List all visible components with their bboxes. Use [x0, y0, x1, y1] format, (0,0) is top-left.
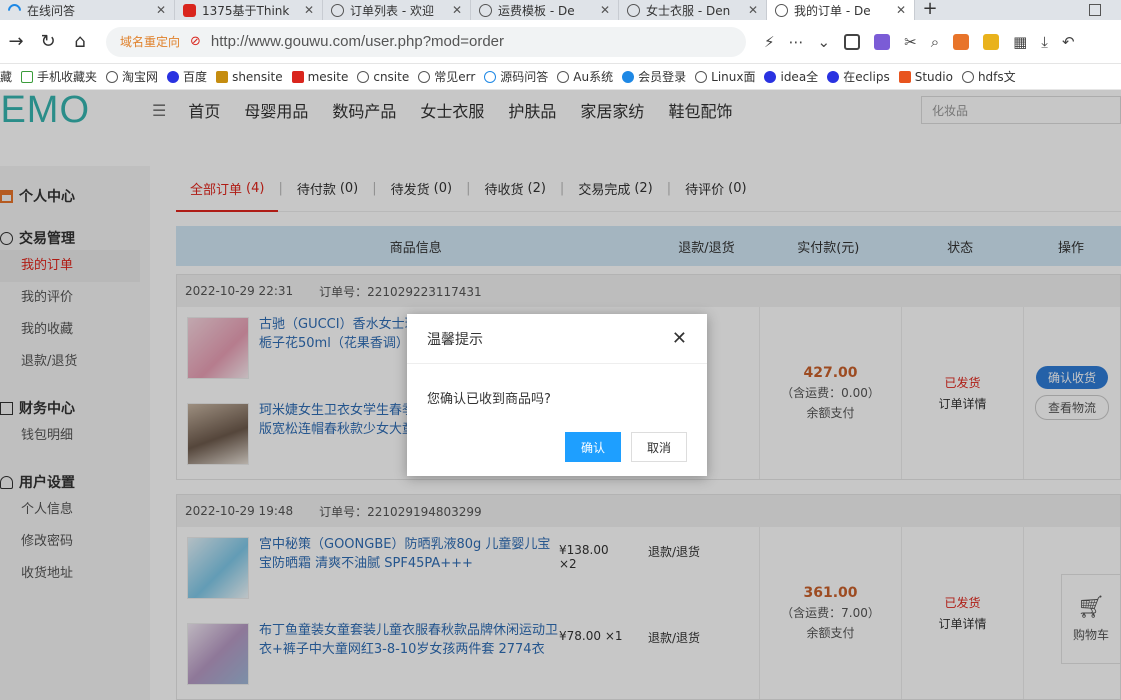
globe-icon	[331, 3, 344, 17]
tab-title: 1375基于Think	[202, 3, 290, 18]
phone-icon	[21, 70, 34, 83]
bookmark-item[interactable]: 手机收藏夹	[21, 68, 97, 85]
bookmark-item[interactable]: hdfs文	[961, 68, 1016, 85]
bookmark-item[interactable]: 在eclips	[827, 68, 890, 85]
confirm-button[interactable]: 确认	[565, 432, 621, 462]
browser-tab[interactable]: 订单列表 - 欢迎 ✕	[323, 0, 471, 20]
site-favicon-icon	[183, 3, 196, 17]
browser-toolbar: ⚡ ⋯ ⌄ ✂ ⌕ ▦ ⤓ ↶	[764, 33, 1075, 51]
bookmark-item[interactable]: 藏	[0, 68, 12, 85]
tab-title: 运费模板 - De	[498, 3, 575, 18]
bookmark-item[interactable]: Studio	[898, 70, 953, 84]
site-favicon-icon	[216, 70, 229, 83]
globe-icon	[627, 3, 640, 17]
site-favicon-icon	[291, 70, 304, 83]
bookmark-item[interactable]: cnsite	[357, 70, 409, 84]
search-icon[interactable]: ⌕	[931, 33, 939, 51]
lightning-icon[interactable]: ⚡	[764, 33, 775, 51]
bookmark-item[interactable]: idea全	[764, 68, 818, 85]
baidu-paw-icon	[764, 70, 777, 83]
url-text[interactable]: http://www.gouwu.com/user.php?mod=order	[211, 33, 504, 50]
screenshot-icon[interactable]	[844, 33, 861, 50]
tab-title: 订单列表 - 欢迎	[350, 3, 434, 18]
domain-redirect-badge: 域名重定向	[120, 35, 181, 49]
restore-window-icon[interactable]	[1089, 4, 1101, 16]
address-bar-row: → ↻ ⌂ 域名重定向 ⊘ http://www.gouwu.com/user.…	[0, 20, 1121, 64]
tab-title: 我的订单 - De	[794, 3, 871, 18]
globe-icon	[695, 70, 708, 83]
bookmark-item[interactable]: shensite	[216, 70, 283, 84]
reload-icon[interactable]: ↻	[32, 31, 64, 52]
close-icon[interactable]: ✕	[748, 3, 758, 17]
bookmark-item[interactable]: Linux面	[695, 68, 755, 85]
window-controls	[1089, 0, 1121, 20]
dialog-title: 温馨提示	[427, 331, 483, 348]
bookmark-item[interactable]: mesite	[291, 70, 348, 84]
browser-tab[interactable]: 在线问答 ✕	[0, 0, 175, 20]
close-icon[interactable]: ✕	[600, 3, 610, 17]
close-icon[interactable]: ✕	[304, 3, 314, 17]
tab-title: 在线问答	[27, 3, 76, 18]
globe-icon	[357, 70, 370, 83]
browser-tab-active[interactable]: 我的订单 - De ✕	[767, 0, 915, 20]
bookmark-item[interactable]: 淘宝网	[106, 68, 158, 85]
undo-icon[interactable]: ↶	[1062, 33, 1075, 51]
close-icon[interactable]: ✕	[156, 3, 166, 17]
globe-icon	[479, 3, 492, 17]
dialog-footer: 确认 取消	[407, 432, 707, 462]
home-icon[interactable]: ⌂	[64, 31, 96, 52]
insecure-icon[interactable]: ⊘	[190, 34, 201, 49]
globe-icon	[557, 70, 570, 83]
site-favicon-icon	[5, 0, 24, 20]
download-icon[interactable]: ⤓	[1041, 33, 1048, 51]
cancel-button[interactable]: 取消	[631, 432, 687, 462]
url-bar[interactable]: 域名重定向 ⊘ http://www.gouwu.com/user.php?mo…	[106, 26, 746, 57]
globe-icon	[775, 3, 788, 17]
more-dots-icon[interactable]: ⋯	[789, 33, 804, 51]
apps-grid-icon[interactable]: ▦	[1013, 33, 1027, 51]
browser-tab-bar: 在线问答 ✕ 1375基于Think ✕ 订单列表 - 欢迎 ✕ 运费模板 - …	[0, 0, 1121, 20]
baidu-paw-icon	[167, 70, 180, 83]
bookmark-item[interactable]: Au系统	[557, 68, 613, 85]
baidu-paw-icon	[827, 70, 840, 83]
browser-tab[interactable]: 运费模板 - De ✕	[471, 0, 619, 20]
bookmark-item[interactable]: 常见err	[418, 68, 475, 85]
bookmarks-bar: 藏 手机收藏夹 淘宝网 百度 shensite mesite cnsite 常见…	[0, 64, 1121, 90]
dialog-message: 您确认已收到商品吗?	[427, 392, 551, 407]
cloud-icon	[622, 70, 635, 83]
chevron-down-icon[interactable]: ⌄	[818, 33, 831, 51]
bookmark-item[interactable]: 源码问答	[484, 68, 548, 85]
bookmark-item[interactable]: 会员登录	[622, 68, 686, 85]
tab-title: 女士衣服 - Den	[646, 3, 731, 18]
bookmark-item[interactable]: 百度	[167, 68, 207, 85]
close-icon[interactable]: ✕	[896, 3, 906, 17]
globe-icon	[418, 70, 431, 83]
dialog-header: 温馨提示 ✕	[407, 314, 707, 364]
browser-tab[interactable]: 1375基于Think ✕	[175, 0, 323, 20]
wifi-icon	[484, 70, 497, 83]
shield-icon[interactable]	[983, 33, 1000, 50]
globe-icon	[106, 70, 119, 83]
scissors-icon[interactable]: ✂	[904, 33, 917, 51]
forward-arrow-icon[interactable]: →	[0, 31, 32, 52]
translate-icon[interactable]	[874, 33, 891, 50]
site-favicon-icon	[898, 70, 911, 83]
close-icon[interactable]: ✕	[452, 3, 462, 17]
new-tab-button[interactable]: +	[915, 0, 945, 20]
extension-icon[interactable]	[953, 33, 970, 50]
browser-tab[interactable]: 女士衣服 - Den ✕	[619, 0, 767, 20]
confirm-dialog: 温馨提示 ✕ 您确认已收到商品吗? 确认 取消	[407, 314, 707, 476]
close-icon[interactable]: ✕	[672, 328, 687, 349]
globe-icon	[961, 70, 974, 83]
